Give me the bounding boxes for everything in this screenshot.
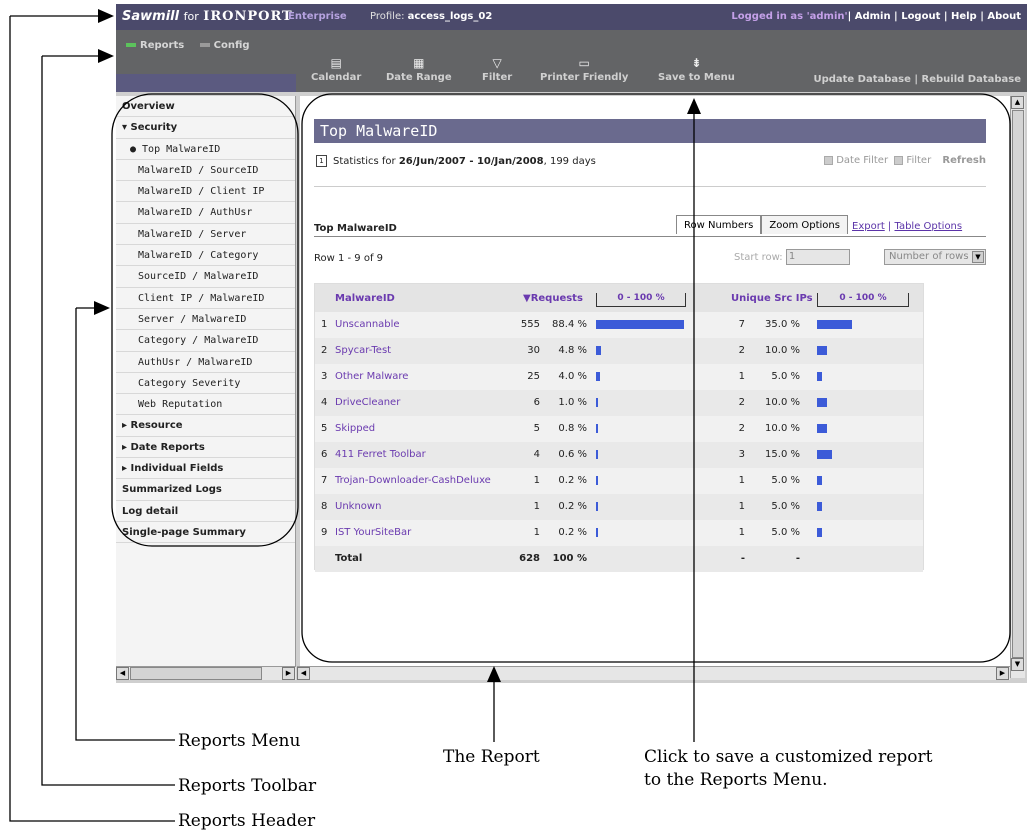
toolbar-callout-line	[41, 56, 175, 786]
annotation-reports-toolbar: Reports Toolbar	[178, 776, 317, 796]
annotation-reports-menu: Reports Menu	[178, 731, 301, 751]
menu-callout-line	[75, 308, 175, 741]
annotation-save-note-1: Click to save a customized report	[644, 747, 933, 767]
reports-menu-outline	[111, 93, 299, 547]
annotation-reports-header: Reports Header	[178, 811, 316, 831]
annotation-save-note-2: to the Reports Menu.	[644, 770, 828, 790]
annotation-the-report: The Report	[443, 747, 540, 767]
annotation-overlay	[9, 9, 1011, 822]
report-outline	[301, 93, 1011, 663]
header-callout-line	[9, 16, 175, 822]
